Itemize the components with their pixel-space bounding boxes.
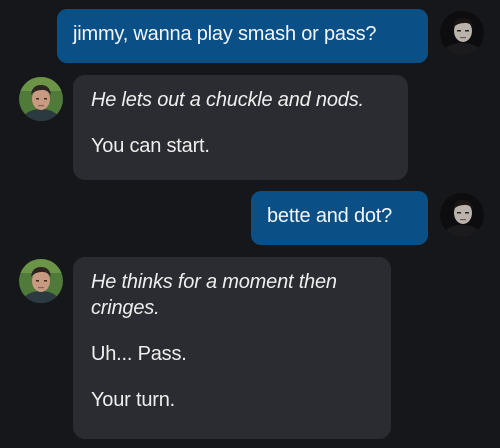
message-action-text: He thinks for a moment then cringes. (91, 271, 337, 319)
message-text: You can start. (91, 135, 210, 157)
character-avatar-icon[interactable] (19, 77, 63, 121)
message-action-text: He lets out a chuckle and nods. (91, 89, 364, 111)
message-text: jimmy, wanna play smash or pass? (73, 23, 377, 45)
character-avatar-icon[interactable] (19, 259, 63, 303)
message-text: bette and dot? (267, 205, 393, 227)
received-bubble[interactable]: He thinks for a moment then cringes. Uh.… (73, 257, 391, 439)
sent-bubble[interactable]: bette and dot? (251, 191, 428, 245)
message-text: Uh... Pass. (91, 343, 187, 365)
chat-thread: jimmy, wanna play smash or pass? He lets… (0, 0, 500, 448)
received-bubble[interactable]: He lets out a chuckle and nods. You can … (73, 75, 408, 180)
user-avatar-icon[interactable] (440, 193, 484, 237)
message-text: Your turn. (91, 389, 175, 411)
user-avatar-icon[interactable] (440, 11, 484, 55)
sent-bubble[interactable]: jimmy, wanna play smash or pass? (57, 9, 428, 63)
